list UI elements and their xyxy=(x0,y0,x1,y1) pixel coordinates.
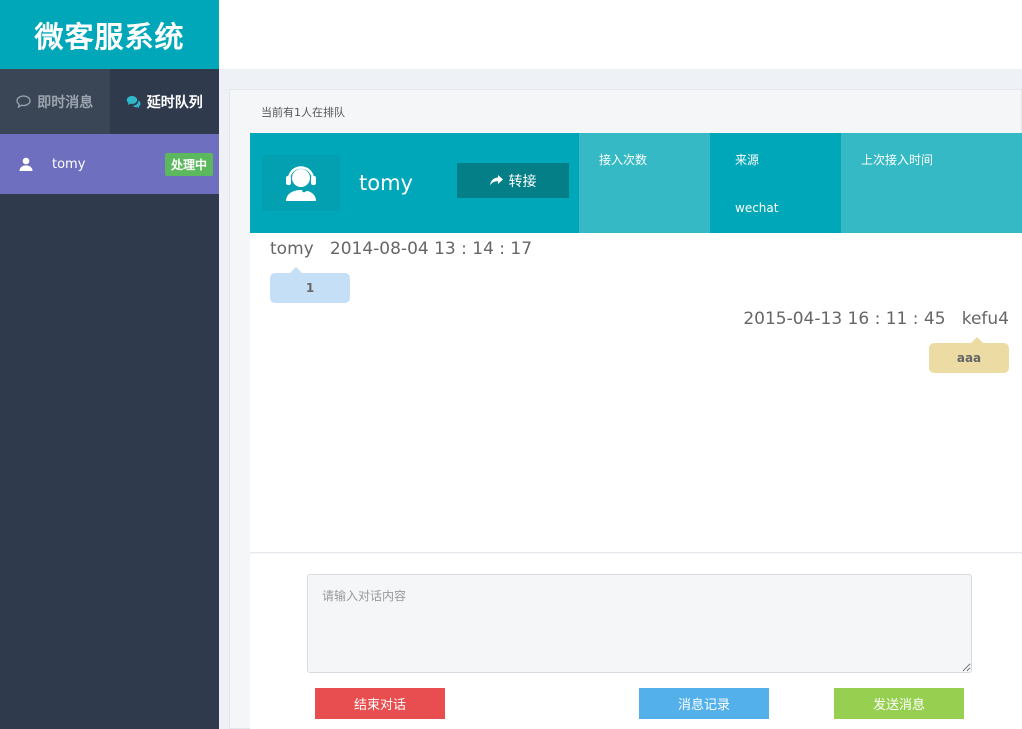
message-history-button[interactable]: 消息记录 xyxy=(639,688,769,719)
chat-history[interactable]: tomy 2014-08-04 13 : 14 : 17 1 2015-04-1… xyxy=(250,233,1022,553)
customer-header: tomy 转接 接入次数 来源 wechat 上次接入时间 xyxy=(250,133,1022,233)
headset-user-icon xyxy=(286,166,316,201)
queue-item[interactable]: tomy 处理中 xyxy=(0,134,219,194)
info-column-value: wechat xyxy=(735,201,779,215)
end-conversation-button[interactable]: 结束对话 xyxy=(315,688,445,719)
info-column-visits: 接入次数 xyxy=(579,133,710,233)
message-meta: tomy 2014-08-04 13 : 14 : 17 xyxy=(270,239,533,259)
message-meta: 2015-04-13 16 : 11 : 45 kefu4 xyxy=(743,309,1009,329)
info-column-label: 接入次数 xyxy=(599,153,648,167)
message-input[interactable] xyxy=(307,574,972,673)
sidebar-tabs: 即时消息 延时队列 xyxy=(0,69,219,134)
customer-name: tomy xyxy=(359,171,413,195)
status-badge: 处理中 xyxy=(164,152,213,176)
tab-delayed-queue[interactable]: 延时队列 xyxy=(109,69,219,134)
message-bubble-agent: aaa xyxy=(929,337,1009,373)
tab-instant-messages[interactable]: 即时消息 xyxy=(0,69,110,134)
info-column-label: 来源 xyxy=(735,153,760,167)
tab-label: 延时队列 xyxy=(146,94,203,111)
customer-avatar xyxy=(262,155,340,211)
transfer-label: 转接 xyxy=(508,173,537,190)
transfer-button[interactable]: 转接 xyxy=(457,163,569,198)
message-bubble-customer: 1 xyxy=(270,267,350,303)
info-column-last-time: 上次接入时间 xyxy=(841,133,1022,233)
chat-bubbles-icon xyxy=(126,96,141,108)
chat-bubble-outline-icon xyxy=(16,95,31,108)
send-message-button[interactable]: 发送消息 xyxy=(834,688,964,719)
sidebar: 微客服系统 即时消息 延时队列 tomy 处理中 xyxy=(0,0,219,729)
queue-item-name: tomy xyxy=(52,156,86,172)
top-bar xyxy=(219,0,1022,69)
compose-area: 结束对话 消息记录 发送消息 xyxy=(250,554,1022,729)
share-arrow-icon xyxy=(489,175,503,186)
tab-label: 即时消息 xyxy=(37,94,94,111)
info-column-source: 来源 wechat xyxy=(710,133,841,233)
queue-count-text: 当前有1人在排队 xyxy=(261,106,345,119)
info-column-label: 上次接入时间 xyxy=(861,153,934,167)
app-title: 微客服系统 xyxy=(0,0,219,69)
user-icon xyxy=(19,157,33,171)
customer-profile: tomy 转接 xyxy=(250,133,579,233)
